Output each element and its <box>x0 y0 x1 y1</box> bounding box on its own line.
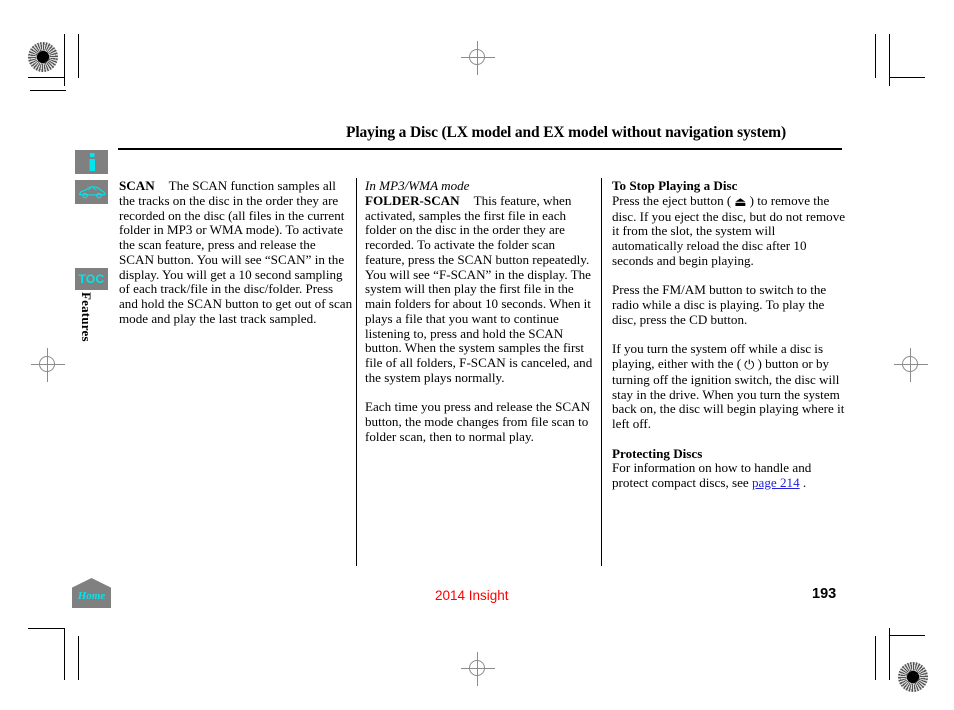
crop-mark-bl-v2 <box>78 636 79 680</box>
protecting-discs-body-end: . <box>799 475 807 490</box>
crop-mark-bl-h <box>28 628 64 629</box>
power-off-paragraph: If you turn the system off while a disc … <box>612 341 846 432</box>
car-icon[interactable] <box>75 180 108 204</box>
scan-section: SCAN The SCAN function samples all the tr… <box>119 178 353 327</box>
column-right: To Stop Playing a Disc Press the eject bu… <box>612 178 846 491</box>
column-divider-2 <box>601 178 602 566</box>
crop-mark-tl-v2 <box>78 34 79 78</box>
home-button[interactable]: Home <box>72 578 111 608</box>
crop-mark-tl-h <box>28 77 64 78</box>
registration-crosshair-left <box>31 348 65 382</box>
protecting-discs-section: Protecting Discs For information on how t… <box>612 445 846 491</box>
folder-scan-body2: Each time you press and release the SCAN… <box>365 399 591 444</box>
stop-playing-section: To Stop Playing a Disc Press the eject bu… <box>612 178 846 269</box>
footer-model-name: 2014 Insight <box>435 588 509 603</box>
section-tab-features: Features <box>79 292 94 342</box>
scan-heading: SCAN <box>119 178 155 193</box>
crop-mark-bl-v <box>64 628 65 680</box>
radio-switch-paragraph: Press the FM/AM button to switch to the … <box>612 282 827 327</box>
crop-mark-tl-h2 <box>30 90 66 91</box>
footer-page-number: 193 <box>812 586 837 602</box>
registration-crosshair-right <box>894 348 928 382</box>
registration-target-bottom-right <box>898 662 928 692</box>
eject-icon: ⏏ <box>734 193 747 209</box>
mp3-mode-note: In MP3/WMA mode <box>365 178 470 193</box>
protecting-discs-heading: Protecting Discs <box>612 445 703 461</box>
info-icon[interactable] <box>75 150 108 174</box>
registration-crosshair-bottom <box>461 652 495 686</box>
folder-scan-heading: FOLDER-SCAN <box>365 192 460 208</box>
page-214-link[interactable]: page 214 <box>752 475 800 490</box>
power-icon: ⏻ <box>744 357 755 372</box>
crop-mark-tr-v2 <box>875 34 876 78</box>
crop-mark-tl-v <box>64 34 65 86</box>
column-left: SCAN The SCAN function samples all the tr… <box>119 178 353 327</box>
crop-mark-br-v2 <box>875 636 876 680</box>
column-middle: In MP3/WMA mode FOLDER-SCAN This feature, … <box>365 178 597 445</box>
toc-label: TOC <box>78 272 105 286</box>
title-divider-rule <box>118 148 842 150</box>
folder-scan-body: This feature, when activated, samples th… <box>365 192 593 385</box>
crop-mark-tr-h <box>889 77 925 78</box>
stop-playing-heading: To Stop Playing a Disc <box>612 178 738 193</box>
column-divider-1 <box>356 178 357 566</box>
scan-body: The SCAN function samples all the tracks… <box>119 178 353 326</box>
crop-mark-br-h <box>889 635 925 636</box>
crop-mark-tr-v <box>889 34 890 86</box>
registration-target-top-left <box>28 42 58 72</box>
toc-button[interactable]: TOC <box>75 268 108 290</box>
folder-scan-section: In MP3/WMA mode FOLDER-SCAN This feature, … <box>365 178 597 386</box>
page-title: Playing a Disc (LX model and EX model wi… <box>346 124 786 141</box>
manual-page: Playing a Disc (LX model and EX model wi… <box>0 0 954 710</box>
registration-crosshair-top <box>461 41 495 75</box>
home-label: Home <box>77 589 106 602</box>
eject-text-before: Press the eject button ( <box>612 192 732 208</box>
